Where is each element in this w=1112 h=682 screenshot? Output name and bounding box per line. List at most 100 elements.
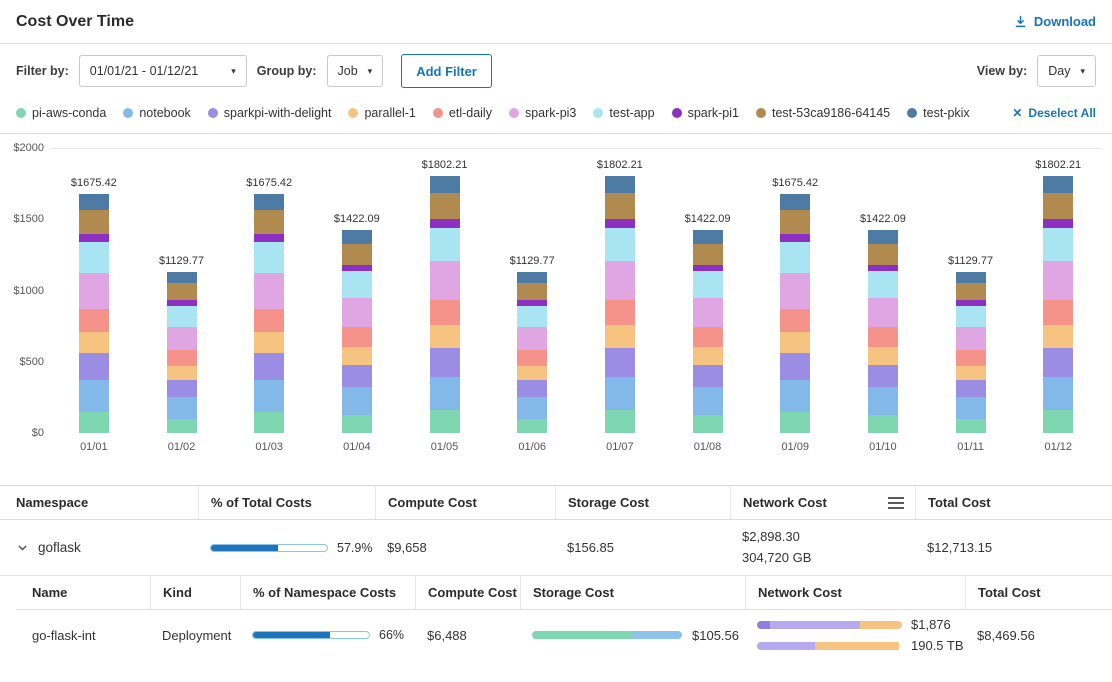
bar-group-01/12[interactable]: $1802.21 <box>1014 149 1102 433</box>
bar-segment-test-app[interactable] <box>1043 228 1073 262</box>
bar-segment-test-pkix[interactable] <box>79 194 109 210</box>
bar-segment-parallel-1[interactable] <box>693 347 723 365</box>
bar-segment-spark-pi3[interactable] <box>956 327 986 350</box>
bar-segment-test-53ca9186-64145[interactable] <box>254 210 284 234</box>
bar-segment-notebook[interactable] <box>342 387 372 414</box>
bar-segment-sparkpi-with-delight[interactable] <box>79 353 109 380</box>
bar-segment-sparkpi-with-delight[interactable] <box>605 348 635 377</box>
bar-segment-test-app[interactable] <box>79 242 109 273</box>
bar-group-01/06[interactable]: $1129.77 <box>488 149 576 433</box>
view-by-select[interactable]: Day ▾ <box>1037 55 1096 87</box>
bar-segment-notebook[interactable] <box>430 377 460 411</box>
bar-segment-etl-daily[interactable] <box>780 309 810 332</box>
bar-segment-test-pkix[interactable] <box>605 176 635 193</box>
stacked-bar[interactable] <box>430 176 460 433</box>
bar-segment-test-app[interactable] <box>780 242 810 273</box>
bar-segment-test-app[interactable] <box>868 271 898 298</box>
legend-item-parallel-1[interactable]: parallel-1 <box>348 106 415 120</box>
bar-segment-etl-daily[interactable] <box>430 300 460 325</box>
bar-segment-etl-daily[interactable] <box>342 327 372 347</box>
bar-segment-spark-pi1[interactable] <box>430 219 460 228</box>
stacked-bar[interactable] <box>868 230 898 433</box>
bar-segment-test-app[interactable] <box>956 306 986 327</box>
bar-segment-pi-aws-conda[interactable] <box>956 419 986 433</box>
bar-segment-spark-pi3[interactable] <box>868 298 898 327</box>
bar-segment-parallel-1[interactable] <box>430 325 460 348</box>
stacked-bar[interactable] <box>79 194 109 433</box>
bar-segment-spark-pi3[interactable] <box>79 273 109 309</box>
bar-segment-spark-pi1[interactable] <box>342 265 372 272</box>
bar-segment-parallel-1[interactable] <box>868 347 898 365</box>
stacked-bar[interactable] <box>1043 176 1073 433</box>
bar-group-01/10[interactable]: $1422.09 <box>839 149 927 433</box>
bar-segment-sparkpi-with-delight[interactable] <box>868 365 898 388</box>
bar-segment-test-53ca9186-64145[interactable] <box>1043 193 1073 219</box>
bar-segment-spark-pi3[interactable] <box>167 327 197 350</box>
bar-segment-pi-aws-conda[interactable] <box>167 419 197 433</box>
bar-segment-parallel-1[interactable] <box>605 325 635 348</box>
bar-group-01/05[interactable]: $1802.21 <box>401 149 489 433</box>
bar-segment-spark-pi3[interactable] <box>254 273 284 309</box>
group-by-select[interactable]: Job ▾ <box>327 55 384 87</box>
bar-segment-test-app[interactable] <box>605 228 635 262</box>
bar-segment-sparkpi-with-delight[interactable] <box>430 348 460 377</box>
bar-segment-pi-aws-conda[interactable] <box>517 419 547 433</box>
bar-segment-parallel-1[interactable] <box>956 366 986 380</box>
bar-segment-sparkpi-with-delight[interactable] <box>254 353 284 380</box>
bar-segment-sparkpi-with-delight[interactable] <box>780 353 810 380</box>
bar-segment-spark-pi1[interactable] <box>79 234 109 242</box>
bar-segment-spark-pi3[interactable] <box>342 298 372 327</box>
workload-row-go-flask-int[interactable]: go-flask-int Deployment 66% $6,488 $105.… <box>16 610 1112 660</box>
legend-item-notebook[interactable]: notebook <box>123 106 190 120</box>
stacked-bar[interactable] <box>693 230 723 433</box>
bar-segment-etl-daily[interactable] <box>693 327 723 347</box>
stacked-bar[interactable] <box>254 194 284 433</box>
bar-segment-test-app[interactable] <box>167 306 197 327</box>
bar-segment-test-53ca9186-64145[interactable] <box>605 193 635 219</box>
legend-item-pi-aws-conda[interactable]: pi-aws-conda <box>16 106 106 120</box>
bar-segment-notebook[interactable] <box>254 380 284 411</box>
bar-segment-test-pkix[interactable] <box>693 230 723 244</box>
stacked-bar[interactable] <box>517 272 547 433</box>
bar-segment-spark-pi1[interactable] <box>868 265 898 272</box>
bar-segment-parallel-1[interactable] <box>342 347 372 365</box>
bar-segment-spark-pi1[interactable] <box>254 234 284 242</box>
legend-item-etl-daily[interactable]: etl-daily <box>433 106 492 120</box>
bar-segment-etl-daily[interactable] <box>254 309 284 332</box>
bar-segment-test-app[interactable] <box>517 306 547 327</box>
legend-item-test-pkix[interactable]: test-pkix <box>907 106 970 120</box>
bar-segment-parallel-1[interactable] <box>780 332 810 353</box>
bar-segment-test-pkix[interactable] <box>868 230 898 244</box>
bar-segment-test-app[interactable] <box>254 242 284 273</box>
bar-segment-test-53ca9186-64145[interactable] <box>780 210 810 234</box>
bar-segment-parallel-1[interactable] <box>1043 325 1073 348</box>
bar-segment-test-53ca9186-64145[interactable] <box>956 283 986 300</box>
stacked-bar[interactable] <box>780 194 810 433</box>
bar-segment-test-pkix[interactable] <box>517 272 547 283</box>
bar-segment-test-53ca9186-64145[interactable] <box>167 283 197 300</box>
bar-segment-parallel-1[interactable] <box>167 366 197 380</box>
deselect-all-button[interactable]: ✕ Deselect All <box>1012 106 1096 120</box>
bar-group-01/03[interactable]: $1675.42 <box>225 149 313 433</box>
bar-group-01/09[interactable]: $1675.42 <box>751 149 839 433</box>
legend-item-sparkpi-with-delight[interactable]: sparkpi-with-delight <box>208 106 332 120</box>
bar-segment-test-53ca9186-64145[interactable] <box>342 244 372 265</box>
column-menu-icon[interactable] <box>887 496 905 510</box>
bar-segment-etl-daily[interactable] <box>517 350 547 366</box>
bar-segment-etl-daily[interactable] <box>868 327 898 347</box>
bar-segment-spark-pi3[interactable] <box>517 327 547 350</box>
stacked-bar[interactable] <box>956 272 986 433</box>
bar-segment-etl-daily[interactable] <box>79 309 109 332</box>
bar-segment-notebook[interactable] <box>605 377 635 411</box>
legend-item-test-53ca9186-64145[interactable]: test-53ca9186-64145 <box>756 106 890 120</box>
bar-segment-notebook[interactable] <box>1043 377 1073 411</box>
bar-group-01/08[interactable]: $1422.09 <box>664 149 752 433</box>
bar-segment-spark-pi3[interactable] <box>430 261 460 300</box>
bar-segment-test-pkix[interactable] <box>342 230 372 244</box>
download-button[interactable]: Download <box>1013 14 1096 29</box>
bar-segment-sparkpi-with-delight[interactable] <box>517 380 547 397</box>
bar-segment-notebook[interactable] <box>167 397 197 418</box>
legend-item-spark-pi1[interactable]: spark-pi1 <box>672 106 739 120</box>
bar-segment-spark-pi1[interactable] <box>1043 219 1073 228</box>
bar-segment-test-app[interactable] <box>693 271 723 298</box>
